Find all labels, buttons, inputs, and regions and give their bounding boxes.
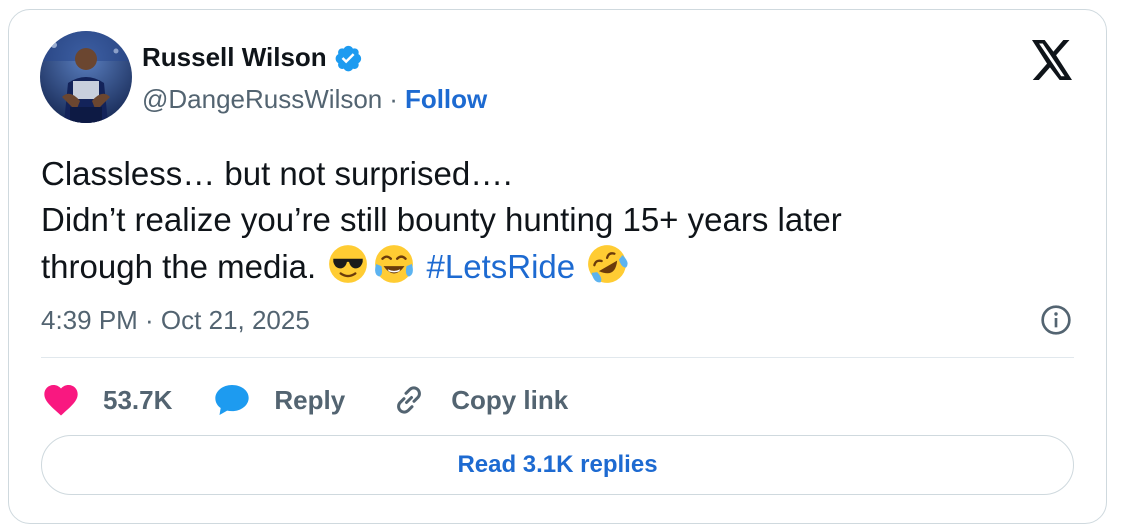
chat-bubble-icon: [215, 385, 250, 415]
tweet-line-2: Didn’t realize you’re still bounty hunti…: [41, 201, 842, 238]
separator-dot: ·: [389, 84, 398, 114]
read-replies-button[interactable]: Read 3.1K replies: [41, 435, 1074, 495]
heart-icon: [44, 385, 78, 416]
tweet-line-3: through the media. #LetsRide: [41, 243, 1081, 290]
copy-link-label: Copy link: [451, 384, 569, 415]
author-handle[interactable]: @DangeRussWilson: [142, 84, 382, 115]
divider: [41, 357, 1074, 358]
reply-button[interactable]: Reply: [212, 380, 345, 420]
like-button[interactable]: 53.7K: [41, 380, 172, 420]
like-count: 53.7K: [103, 384, 173, 415]
copy-link-button[interactable]: Copy link: [389, 380, 568, 420]
verified-badge-icon: [335, 45, 361, 71]
tweet-body: Classless… but not surprised…. Didn’t re…: [41, 151, 1081, 290]
tears-of-joy-emoji-icon: [375, 245, 414, 283]
action-bar: 53.7K Reply Copy link: [41, 380, 568, 420]
cool-sunglasses-emoji-icon: [329, 245, 368, 283]
tweet-line-3-text: through the media.: [41, 248, 317, 285]
follow-button[interactable]: Follow: [405, 84, 487, 115]
rolling-laughing-emoji-icon: [588, 245, 628, 283]
avatar[interactable]: [40, 31, 132, 123]
hashtag-link[interactable]: #LetsRide: [427, 248, 576, 285]
tweet-card: Russell Wilson @DangeRussWilson · Follow…: [8, 9, 1107, 524]
info-icon[interactable]: [1040, 304, 1072, 336]
author-name[interactable]: Russell Wilson: [142, 42, 327, 73]
reply-label: Reply: [274, 384, 346, 415]
x-logo-icon[interactable]: [1030, 40, 1074, 80]
tweet-line-1: Classless… but not surprised….: [41, 155, 513, 192]
link-icon: [397, 386, 422, 414]
timestamp[interactable]: 4:39 PM · Oct 21, 2025: [41, 305, 310, 336]
